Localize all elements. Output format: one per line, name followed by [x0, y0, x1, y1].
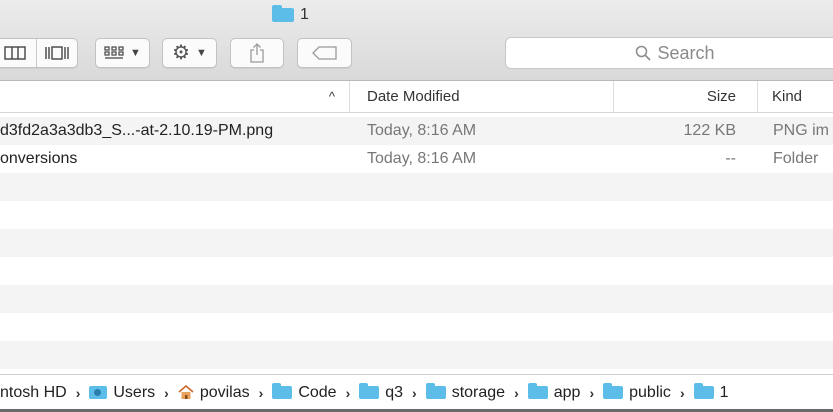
empty-row — [0, 201, 833, 229]
path-separator-icon: › — [589, 384, 595, 401]
folder-icon — [603, 383, 624, 399]
path-item-storage[interactable]: storage — [425, 383, 506, 402]
path-separator-icon: › — [412, 384, 417, 401]
column-header-size[interactable]: Size — [615, 81, 758, 112]
folder-icon — [425, 383, 446, 399]
path-item-label: app — [553, 383, 581, 401]
cover-flow-view-button[interactable] — [35, 39, 78, 67]
column-headers: ^ Date Modified Size Kind — [0, 81, 833, 113]
path-separator-icon: › — [345, 384, 351, 401]
path-item-label: povilas — [199, 383, 250, 401]
path-separator-icon: › — [679, 384, 685, 401]
share-button[interactable] — [230, 38, 284, 68]
empty-row — [0, 341, 833, 369]
column-header-name[interactable]: ^ — [0, 81, 350, 112]
path-item-public[interactable]: public — [603, 383, 671, 402]
column-header-date-label: Date Modified — [367, 88, 460, 105]
cover-flow-view-icon — [45, 46, 69, 60]
path-bar: ntosh HD › Users › povilas › Code › q3 ›… — [0, 374, 833, 410]
path-item-code[interactable]: Code — [272, 383, 337, 402]
file-name: d3fd2a3a3db3_S...-at-2.10.19-PM.png — [0, 122, 274, 139]
file-kind: PNG im — [773, 122, 829, 139]
column-header-kind[interactable]: Kind — [759, 81, 833, 112]
table-row[interactable]: d3fd2a3a3db3_S...-at-2.10.19-PM.png Toda… — [0, 117, 833, 145]
grid-group-icon — [104, 46, 124, 59]
path-item-label: Users — [113, 383, 156, 401]
path-item-label: ntosh HD — [0, 383, 67, 401]
search-placeholder: Search — [657, 42, 715, 63]
file-list: d3fd2a3a3db3_S...-at-2.10.19-PM.png Toda… — [0, 117, 833, 397]
folder-icon — [359, 383, 380, 399]
path-separator-icon: › — [258, 384, 264, 401]
users-folder-icon — [89, 386, 108, 399]
tag-icon — [311, 46, 337, 60]
file-size: 122 KB — [683, 122, 736, 139]
empty-row — [0, 229, 833, 257]
view-segmented-control — [0, 38, 78, 68]
file-date: Today, 8:16 AM — [367, 150, 477, 167]
window-title: 1 — [272, 5, 309, 25]
search-icon — [636, 45, 652, 61]
share-icon — [250, 43, 264, 63]
path-item-label: Code — [298, 383, 337, 401]
path-item-povilas[interactable]: povilas — [178, 384, 250, 402]
toolbar: 1 ▼ ⚙ ▼ Search — [0, 0, 833, 81]
file-date: Today, 8:16 AM — [367, 122, 477, 139]
folder-icon — [272, 5, 294, 22]
path-item-disk[interactable]: ntosh HD — [0, 384, 67, 402]
table-row[interactable]: onversions Today, 8:16 AM -- Folder — [0, 145, 833, 173]
home-icon — [178, 385, 194, 399]
group-by-button[interactable]: ▼ — [95, 38, 150, 68]
file-size: -- — [725, 150, 736, 167]
column-view-icon — [4, 46, 26, 60]
chevron-down-icon: ▼ — [196, 47, 207, 59]
column-view-button[interactable] — [0, 39, 36, 67]
path-item-label: 1 — [719, 383, 729, 401]
path-separator-icon: › — [75, 384, 81, 401]
column-header-date[interactable]: Date Modified — [351, 81, 614, 112]
folder-icon — [272, 383, 293, 399]
search-input[interactable]: Search — [505, 37, 833, 69]
window-title-label: 1 — [300, 6, 309, 23]
folder-icon — [693, 383, 714, 399]
path-separator-icon: › — [514, 384, 519, 401]
action-button[interactable]: ⚙ ▼ — [162, 38, 217, 68]
path-item-app[interactable]: app — [527, 383, 581, 402]
path-separator-icon: › — [164, 384, 169, 401]
path-item-label: public — [629, 383, 671, 401]
path-item-label: q3 — [385, 383, 404, 401]
gear-icon: ⚙ — [172, 42, 191, 64]
chevron-down-icon: ▼ — [130, 47, 141, 59]
path-item-label: storage — [451, 383, 506, 401]
sort-ascending-icon: ^ — [328, 89, 335, 104]
empty-row — [0, 257, 833, 285]
folder-icon — [527, 383, 548, 399]
path-item-users[interactable]: Users — [89, 384, 155, 402]
path-item-1[interactable]: 1 — [693, 383, 729, 402]
tag-button[interactable] — [297, 38, 352, 68]
path-item-q3[interactable]: q3 — [359, 383, 404, 402]
empty-row — [0, 173, 833, 201]
column-header-kind-label: Kind — [772, 88, 803, 105]
empty-row — [0, 285, 833, 313]
file-kind: Folder — [773, 150, 819, 167]
file-name: onversions — [0, 150, 78, 167]
column-header-size-label: Size — [706, 88, 736, 105]
empty-row — [0, 313, 833, 341]
